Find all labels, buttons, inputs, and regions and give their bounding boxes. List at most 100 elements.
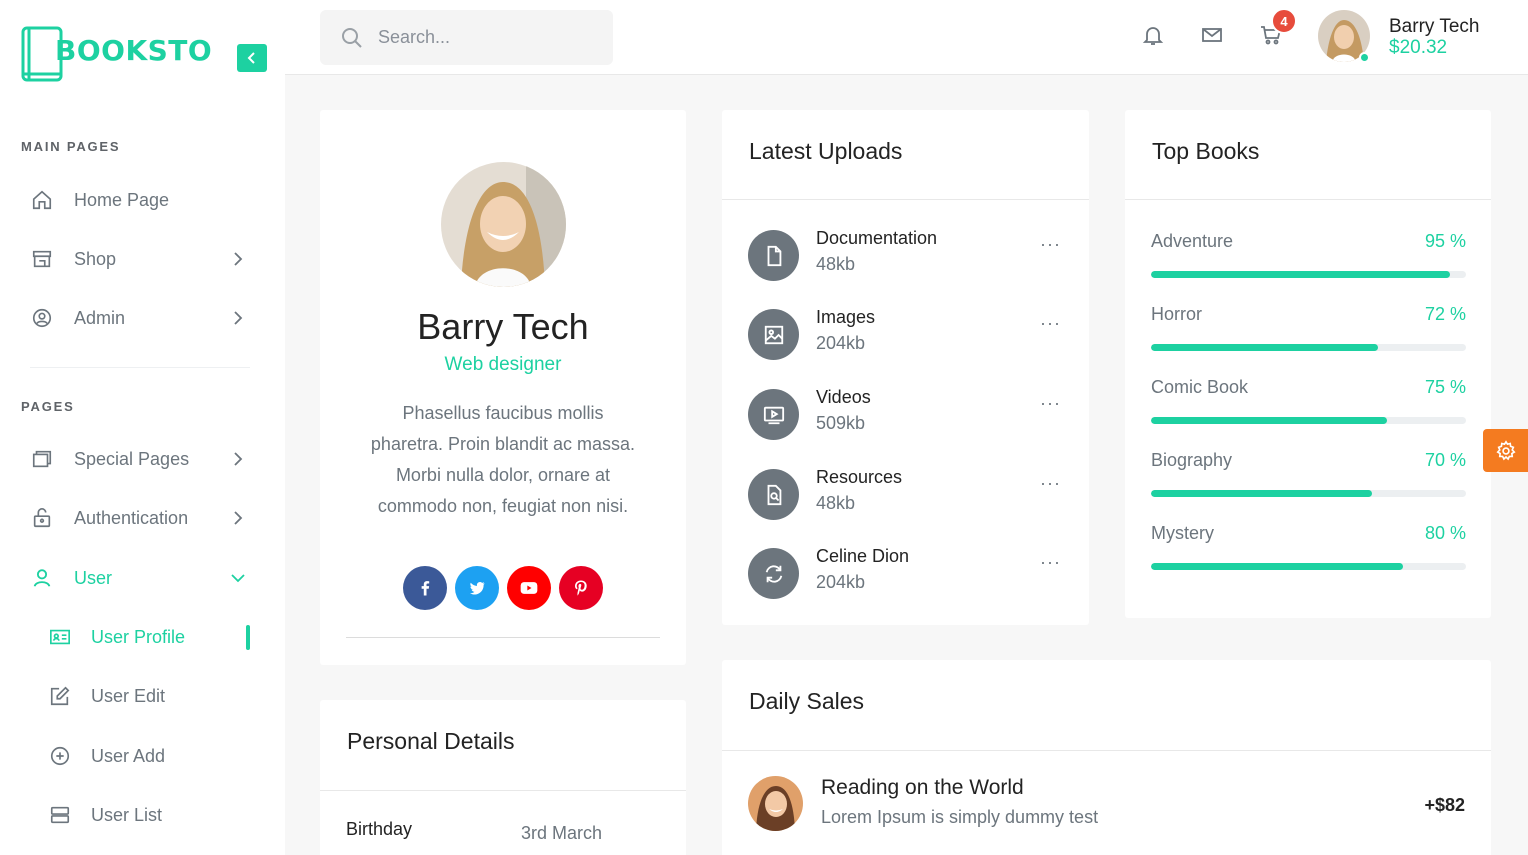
chevron-left-icon — [247, 52, 255, 64]
bell-icon[interactable] — [1140, 22, 1166, 48]
store-icon — [30, 247, 54, 271]
more-options-icon[interactable]: ··· — [1040, 234, 1061, 255]
sidebar-subitem-label: User Profile — [91, 626, 186, 647]
card-title: Latest Uploads — [749, 138, 903, 164]
upload-size: 48kb — [816, 254, 856, 274]
sidebar-item-special-pages[interactable]: Special Pages — [21, 441, 251, 477]
sale-amount: +$82 — [1424, 795, 1465, 815]
sidebar-item-label: Authentication — [74, 507, 189, 528]
search-box[interactable] — [320, 10, 613, 65]
sidebar-subitem-user-add[interactable]: User Add — [48, 738, 253, 774]
pages-icon — [30, 447, 54, 471]
sale-title[interactable]: Reading on the World — [821, 776, 1024, 800]
list-item[interactable]: Celine Dion 204kb ··· — [748, 546, 1063, 602]
progress-fill — [1151, 490, 1372, 497]
more-options-icon[interactable]: ··· — [1040, 473, 1061, 494]
list-item: Mystery 80 % — [1151, 523, 1466, 573]
book-percent: 72 % — [1424, 304, 1466, 324]
profile-name: Barry Tech — [417, 306, 589, 347]
sidebar-subitem-user-list[interactable]: User List — [48, 797, 253, 833]
progress-fill — [1151, 417, 1388, 424]
refresh-icon — [748, 548, 799, 599]
list-item[interactable]: Videos 509kb ··· — [748, 387, 1063, 443]
gear-icon — [1495, 439, 1516, 460]
file-icon — [748, 230, 799, 281]
sidebar-item-shop[interactable]: Shop — [21, 241, 251, 277]
logo[interactable]: BOOKSTO — [21, 26, 212, 84]
chevron-right-icon — [234, 452, 243, 466]
list-item: Biography 70 % — [1151, 450, 1466, 500]
sidebar-item-home[interactable]: Home Page — [21, 182, 251, 218]
profile-divider — [346, 637, 660, 638]
sidebar-item-authentication[interactable]: Authentication — [21, 500, 251, 536]
card-divider — [722, 750, 1491, 751]
image-icon — [748, 309, 799, 360]
list-item[interactable]: Documentation 48kb ··· — [748, 228, 1063, 284]
upload-name: Resources — [816, 467, 903, 487]
chevron-right-icon — [234, 311, 243, 325]
search-input[interactable] — [378, 27, 578, 48]
more-options-icon[interactable]: ··· — [1040, 552, 1061, 573]
section-pages: PAGES — [21, 399, 75, 414]
sidebar-subitem-label: User Edit — [91, 685, 166, 706]
sidebar-subitem-user-profile[interactable]: User Profile — [48, 619, 253, 655]
upload-size: 204kb — [816, 572, 866, 592]
chevron-right-icon — [234, 511, 243, 525]
mail-icon[interactable] — [1199, 22, 1225, 48]
social-links — [403, 566, 603, 610]
id-card-icon — [48, 625, 72, 649]
birthday-value: 3rd March — [521, 823, 603, 843]
progress-track — [1151, 344, 1466, 351]
book-percent: 75 % — [1424, 377, 1466, 397]
book-percent: 80 % — [1424, 523, 1466, 543]
more-options-icon[interactable]: ··· — [1040, 313, 1061, 334]
settings-button[interactable] — [1483, 429, 1528, 472]
sidebar-collapse-button[interactable] — [237, 44, 267, 72]
list-item: Adventure 95 % — [1151, 231, 1466, 281]
book-genre: Comic Book — [1151, 377, 1249, 397]
sidebar-subitem-label: User List — [91, 804, 163, 825]
pinterest-icon[interactable] — [559, 566, 603, 610]
progress-track — [1151, 271, 1466, 278]
sidebar-subitem-label: User Add — [91, 745, 166, 766]
header-user-name[interactable]: Barry Tech — [1389, 16, 1479, 38]
list-item: Horror 72 % — [1151, 304, 1466, 354]
upload-size: 204kb — [816, 333, 866, 353]
sidebar: BOOKSTO MAIN PAGES Home Page Shop Admin … — [0, 0, 285, 855]
card-divider — [722, 199, 1089, 200]
lock-icon — [30, 506, 54, 530]
sidebar-item-user[interactable]: User — [21, 560, 251, 596]
upload-name: Celine Dion — [816, 546, 910, 566]
upload-size: 48kb — [816, 493, 856, 513]
facebook-icon[interactable] — [403, 566, 447, 610]
edit-icon — [48, 684, 72, 708]
twitter-icon[interactable] — [455, 566, 499, 610]
list-item[interactable]: Images 204kb ··· — [748, 307, 1063, 363]
sidebar-item-admin[interactable]: Admin — [21, 300, 251, 336]
upload-name: Videos — [816, 387, 871, 407]
logo-text: BOOKSTO — [55, 34, 213, 67]
upload-name: Images — [816, 307, 876, 327]
progress-track — [1151, 490, 1466, 497]
card-title: Personal Details — [347, 728, 515, 754]
birthday-label: Birthday — [346, 819, 413, 839]
upload-name: Documentation — [816, 228, 938, 248]
sale-subtitle: Lorem Ipsum is simply dummy test — [821, 807, 1099, 827]
youtube-icon[interactable] — [507, 566, 551, 610]
sidebar-item-label: Shop — [74, 248, 117, 269]
card-title: Top Books — [1152, 138, 1260, 164]
upload-size: 509kb — [816, 413, 866, 433]
top-header: 4 Barry Tech $20.32 — [285, 0, 1528, 75]
latest-uploads-card: Latest Uploads Documentation 48kb ··· Im… — [722, 110, 1089, 625]
chevron-down-icon — [231, 574, 245, 583]
book-genre: Adventure — [1151, 231, 1234, 251]
book-genre: Horror — [1151, 304, 1203, 324]
sidebar-item-label: Admin — [74, 307, 126, 328]
sidebar-item-label: Special Pages — [74, 448, 190, 469]
card-divider — [320, 790, 686, 791]
list-item[interactable]: Resources 48kb ··· — [748, 467, 1063, 523]
sidebar-subitem-user-edit[interactable]: User Edit — [48, 678, 253, 714]
sidebar-item-label: User — [74, 567, 113, 588]
more-options-icon[interactable]: ··· — [1040, 393, 1061, 414]
card-title: Daily Sales — [749, 688, 865, 714]
